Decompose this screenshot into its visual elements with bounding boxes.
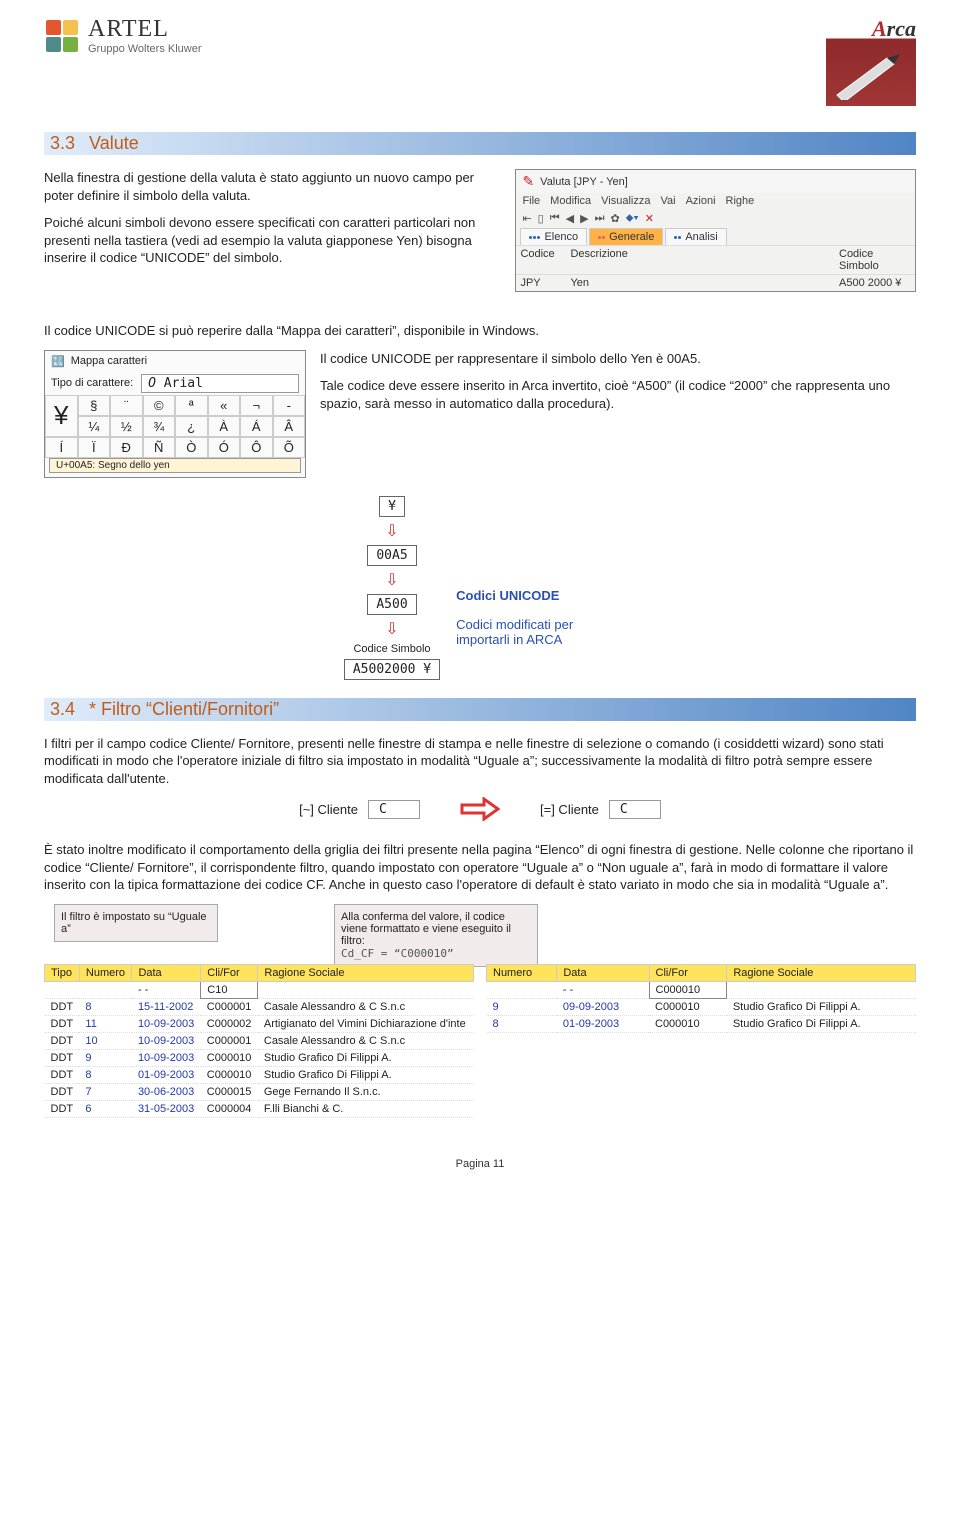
charmap-title: Mappa caratteri [71,355,147,367]
charmap-screenshot: 🔣 Mappa caratteri Tipo di carattere: O Ari… [44,350,306,478]
para-2: Poiché alcuni simboli devono essere spec… [44,214,497,267]
char-grid[interactable]: ¥ §¨©ª«¬- ¼½¾¿ÀÁÂ ÍÏÐÑÒÓÔÕ [45,395,305,458]
cell: Yen [566,274,835,291]
col-codsimbolo: Codice Simbolo [835,245,915,274]
pen-icon [832,50,902,100]
arca-logo: Arca [826,16,916,106]
page-header: ARTEL Gruppo Wolters Kluwer Arca [44,16,916,106]
page-number: Pagina 11 [44,1158,916,1170]
unicode-label: Codici UNICODE [456,588,616,603]
font-select[interactable]: O Arial [141,374,299,393]
menu-file[interactable]: File [522,195,540,207]
menu-modifica[interactable]: Modifica [550,195,591,207]
artel-name: ARTEL [88,16,202,43]
unicode-label-2: Codici modificati per importarli in ARCA [456,617,616,647]
toolbar-dropdown-icon[interactable]: ⬥▾ [626,212,639,225]
menu-vai[interactable]: Vai [660,195,675,207]
filter-code: Cd_CF = “C000010” [341,947,454,960]
filter-value[interactable]: C [609,800,661,819]
code-box: A500 [367,594,416,615]
cliente-filter-example: [~] Cliente C [=] Cliente C [44,797,916,821]
para-4: Il codice UNICODE per rappresentare il s… [320,350,916,368]
para-7: È stato inoltre modificato il comportame… [44,841,916,894]
para-3: Il codice UNICODE si può reperire dalla … [44,322,916,340]
filter-label: [~] Cliente [299,802,358,817]
filter-input[interactable]: C000010 [649,981,727,998]
callout-1: Il filtro è impostato su “Uguale a” [54,904,218,942]
para-6: I filtri per il campo codice Cliente/ Fo… [44,735,916,788]
filter-value[interactable]: C [368,800,420,819]
menu-azioni[interactable]: Azioni [686,195,716,207]
arrow-down-icon: ⇩ [385,521,398,541]
label: Codice Simbolo [353,643,430,655]
artel-brand: ARTEL Gruppo Wolters Kluwer [44,16,202,55]
tooltip: U+00A5: Segno dello yen [49,458,301,473]
cell: A500 2000 ¥ [835,274,915,291]
window-title: Valuta [JPY - Yen] [540,176,628,188]
tab-generale[interactable]: Generale [589,228,663,245]
valuta-screenshot: ✎ Valuta [JPY - Yen] File Modifica Visual… [515,169,916,292]
nav-prev-icon[interactable]: ◀ [566,212,574,225]
nav-next-icon[interactable]: ▶ [580,212,588,225]
red-arrow-icon [460,797,500,821]
close-icon[interactable]: ✕ [645,212,654,225]
nav-last-icon[interactable]: ⏭ [595,212,605,225]
menu-visualizza[interactable]: Visualizza [601,195,650,207]
unicode-diagram: ¥ ⇩ 00A5 ⇩ A500 ⇩ Codice Simbolo A500200… [44,496,916,680]
cell: JPY [516,274,566,291]
symbol-box: ¥ [379,496,405,517]
section-3-3: 3.3 Valute [44,132,916,155]
filter-input[interactable]: C10 [201,981,258,998]
toolbar-icon[interactable]: ✿ [610,212,619,225]
para-1: Nella finestra di gestione della valuta … [44,169,497,204]
nav-first-icon[interactable]: ⏮ [550,212,560,225]
final-box: A5002000 ¥ [344,659,440,680]
toolbar-icon[interactable]: ⇤ [522,212,531,225]
result-table-left: TipoNumeroDataCli/ForRagione Sociale - -… [44,964,474,1118]
result-table-right: NumeroDataCli/ForRagione Sociale - -C000… [486,964,916,1033]
tab-analisi[interactable]: Analisi [665,228,726,245]
tables-row: TipoNumeroDataCli/ForRagione Sociale - -… [44,964,916,1118]
toolbar-icon[interactable]: ▯ [538,212,544,225]
callout-2: Alla conferma del valore, il codice vien… [334,904,538,967]
col-codice: Codice [516,245,566,274]
menu-righe[interactable]: Righe [726,195,755,207]
charmap-icon: 🔣 [51,355,65,368]
font-label: Tipo di carattere: [51,377,133,389]
arrow-down-icon: ⇩ [385,619,398,639]
filter-label: [=] Cliente [540,802,599,817]
tab-elenco[interactable]: Elenco [520,228,587,245]
code-box: 00A5 [367,545,416,566]
col-descrizione: Descrizione [566,245,835,274]
section-3-4: 3.4 * Filtro “Clienti/Fornitori” [44,698,916,721]
artel-logo-icon [44,18,80,54]
app-icon: ✎ [522,173,534,190]
para-5: Tale codice deve essere inserito in Arca… [320,377,916,412]
artel-sub: Gruppo Wolters Kluwer [88,43,202,55]
arrow-down-icon: ⇩ [385,570,398,590]
